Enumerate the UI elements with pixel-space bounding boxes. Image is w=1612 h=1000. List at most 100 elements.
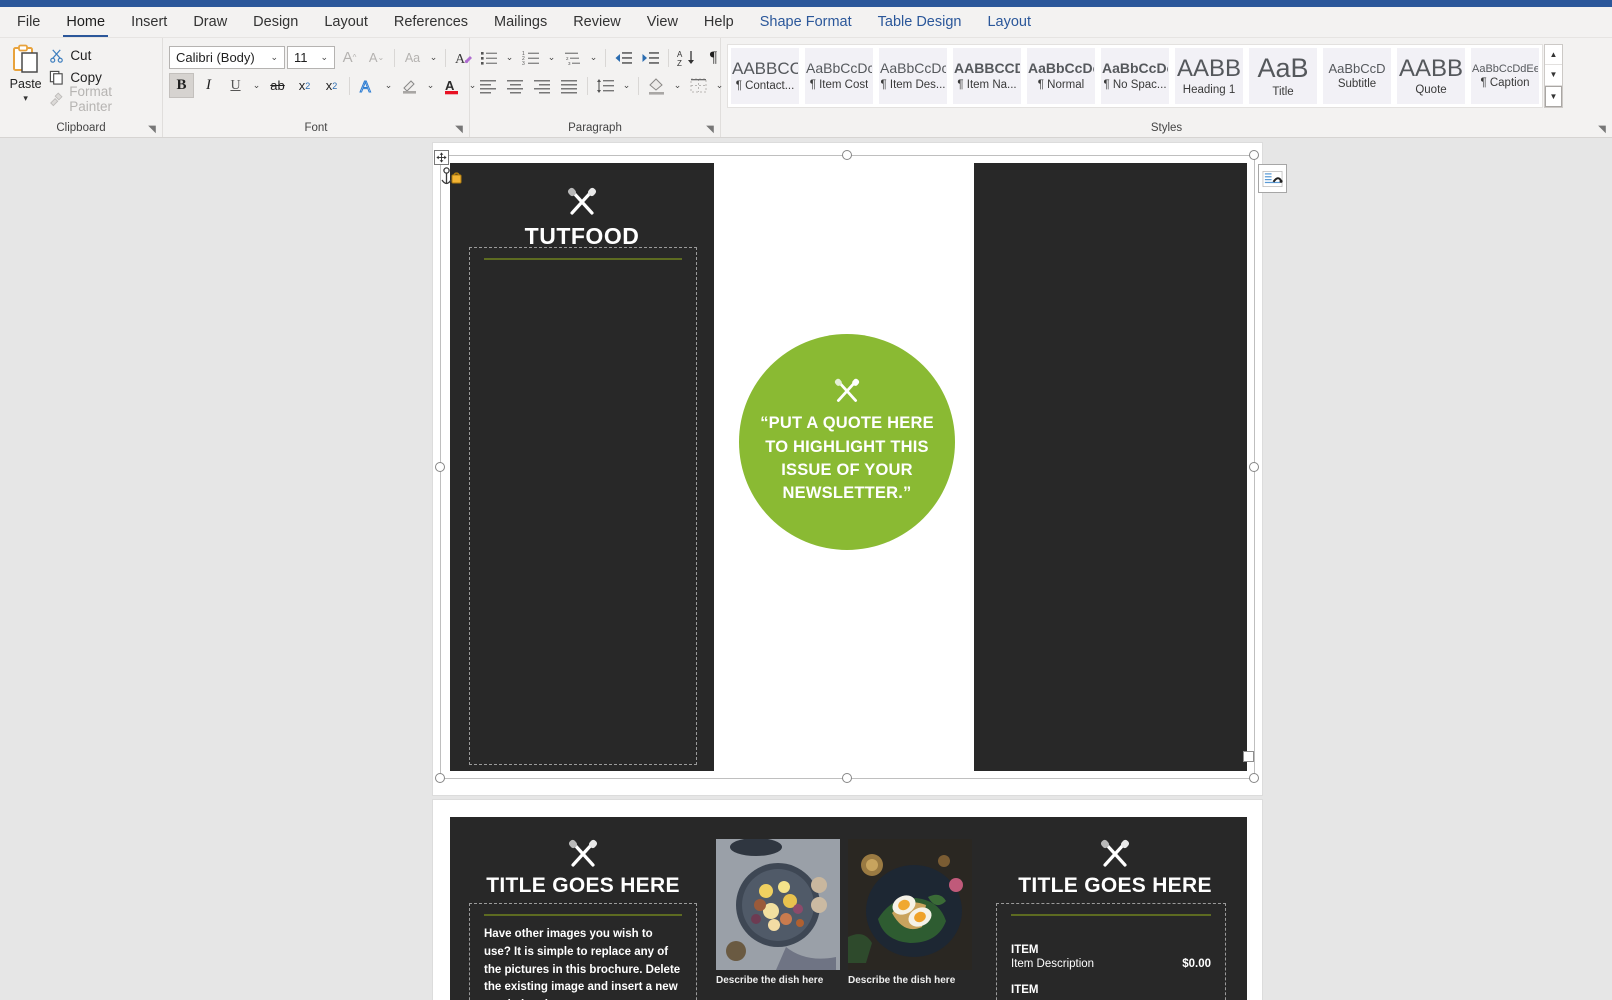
tab-mailings[interactable]: Mailings [481, 7, 560, 37]
format-painter-button[interactable]: Format Painter [45, 84, 156, 114]
numbering-chevron-down-icon[interactable]: ⌄ [545, 52, 558, 63]
increase-indent-button[interactable] [638, 45, 663, 70]
style-item-10[interactable]: AaBbCcDdEe ¶ Caption [1468, 45, 1542, 107]
bullets-button[interactable] [476, 45, 501, 70]
sort-button[interactable]: A Z [674, 45, 699, 70]
style-item-5[interactable]: AaBbCcDc ¶ No Spac... [1098, 45, 1172, 107]
document-canvas[interactable]: TUTFOOD “PUT A QUOTE HERE TO HIGHLIGHT T… [0, 139, 1612, 1000]
brochure-left-panel[interactable]: TUTFOOD [450, 163, 714, 771]
styles-gallery[interactable]: AABBCC ¶ Contact... AaBbCcDc ¶ Item Cost AaB… [727, 44, 1543, 108]
numbering-button[interactable]: 1 2 3 [518, 45, 543, 70]
paragraph-dialog-launcher[interactable]: ◥ [704, 124, 716, 136]
style-item-3[interactable]: AABBCCD ¶ Item Na... [950, 45, 1024, 107]
multilevel-chevron-down-icon[interactable]: ⌄ [587, 52, 600, 63]
change-case-button[interactable]: Aa [400, 45, 425, 70]
tab-home[interactable]: Home [53, 7, 118, 37]
tab-table-design[interactable]: Table Design [865, 7, 975, 37]
line-spacing-button[interactable] [593, 73, 618, 98]
grow-font-button[interactable]: A ^ [337, 45, 362, 70]
font-name-input[interactable]: Calibri (Body) ⌄ [169, 46, 285, 69]
selection-handle-middle-left[interactable] [435, 462, 445, 472]
cut-button[interactable]: Cut [45, 45, 156, 65]
font-size-input[interactable]: 11 ⌄ [287, 46, 335, 69]
styles-scroll-down-icon[interactable]: ▼ [1545, 65, 1562, 86]
selection-handle-top-right[interactable] [1249, 150, 1259, 160]
selection-handle-middle-right[interactable] [1249, 462, 1259, 472]
tab-design[interactable]: Design [240, 7, 311, 37]
style-item-9[interactable]: AABB Quote [1394, 45, 1468, 107]
style-item-0[interactable]: AABBCC ¶ Contact... [728, 45, 802, 107]
borders-icon [690, 78, 707, 93]
subscript-button[interactable]: x2 [292, 73, 317, 98]
right-column-menu-box[interactable]: ITEM Item Description $0.00 ITEM [996, 903, 1226, 1000]
bold-button[interactable]: B [169, 73, 194, 98]
shading-button[interactable] [644, 73, 669, 98]
selection-handle-bottom-center[interactable] [842, 773, 852, 783]
brochure-inside-panels[interactable]: TITLE GOES HERE Have other images you wi… [450, 817, 1247, 1000]
bullets-chevron-down-icon[interactable]: ⌄ [503, 52, 516, 63]
style-item-7[interactable]: AaB Title [1246, 45, 1320, 107]
text-effects-chevron-down-icon[interactable]: ⌄ [382, 80, 395, 91]
tab-help[interactable]: Help [691, 7, 747, 37]
accent-line-left [484, 258, 682, 260]
strikethrough-button[interactable]: ab [265, 73, 290, 98]
style-item-6[interactable]: AABB Heading 1 [1172, 45, 1246, 107]
tab-view[interactable]: View [634, 7, 691, 37]
tab-insert[interactable]: Insert [118, 7, 180, 37]
line-spacing-chevron-down-icon[interactable]: ⌄ [620, 80, 633, 91]
brand-title: TUTFOOD [524, 223, 640, 249]
clipboard-dialog-launcher[interactable]: ◥ [146, 124, 158, 136]
layout-options-button[interactable] [1258, 164, 1287, 193]
font-dialog-launcher[interactable]: ◥ [453, 124, 465, 136]
shrink-font-button[interactable]: A ⌄ [364, 45, 389, 70]
style-item-8[interactable]: AaBbCcD Subtitle [1320, 45, 1394, 107]
tab-layout[interactable]: Layout [311, 7, 381, 37]
style-item-1[interactable]: AaBbCcDc ¶ Item Cost [802, 45, 876, 107]
style-item-2[interactable]: AaBbCcDc ¶ Item Des... [876, 45, 950, 107]
left-column-textbox[interactable]: Have other images you wish to use? It is… [469, 903, 697, 1000]
align-right-button[interactable] [530, 73, 555, 98]
borders-button[interactable] [686, 73, 711, 98]
paste-button[interactable]: Paste ▾ [6, 42, 45, 103]
font-color-button[interactable]: A [439, 73, 464, 98]
multilevel-list-button[interactable]: 2 3 [560, 45, 585, 70]
styles-scroll-up-icon[interactable]: ▲ [1545, 45, 1562, 66]
align-left-button[interactable] [476, 73, 501, 98]
tab-table-layout[interactable]: Layout [974, 7, 1044, 37]
selection-handle-bottom-left[interactable] [435, 773, 445, 783]
tab-references[interactable]: References [381, 7, 481, 37]
tab-review[interactable]: Review [560, 7, 634, 37]
styles-more-icon[interactable]: ▼ [1545, 85, 1562, 107]
dish-photo-1[interactable] [716, 839, 840, 970]
italic-button[interactable]: I [196, 73, 221, 98]
text-effects-button[interactable]: A [355, 73, 380, 98]
styles-dialog-launcher[interactable]: ◥ [1596, 124, 1608, 136]
tab-draw[interactable]: Draw [180, 7, 240, 37]
font-separator-3 [349, 76, 350, 95]
font-size-chevron-down-icon[interactable]: ⌄ [316, 52, 332, 63]
justify-button[interactable] [557, 73, 582, 98]
tab-shape-format[interactable]: Shape Format [747, 7, 865, 37]
underline-button[interactable]: U [223, 73, 248, 98]
dish-photo-2[interactable] [848, 839, 972, 970]
paste-caret-icon[interactable]: ▾ [23, 94, 28, 103]
decrease-indent-button[interactable] [611, 45, 636, 70]
style-item-4[interactable]: AaBbCcDc ¶ Normal [1024, 45, 1098, 107]
tab-file[interactable]: File [4, 7, 53, 37]
selection-handle-top-center[interactable] [842, 150, 852, 160]
styles-gallery-scroller[interactable]: ▲ ▼ ▼ [1544, 44, 1563, 108]
align-center-button[interactable] [503, 73, 528, 98]
quote-circle[interactable]: “PUT A QUOTE HERE TO HIGHLIGHT THIS ISSU… [739, 334, 955, 550]
table-move-handle[interactable] [434, 150, 449, 165]
underline-chevron-down-icon[interactable]: ⌄ [250, 80, 263, 91]
shading-chevron-down-icon[interactable]: ⌄ [671, 80, 684, 91]
highlight-chevron-down-icon[interactable]: ⌄ [424, 80, 437, 91]
text-highlight-button[interactable] [397, 73, 422, 98]
change-case-chevron-down-icon[interactable]: ⌄ [427, 52, 440, 63]
resize-corner-marker[interactable] [1243, 751, 1254, 762]
superscript-button[interactable]: x2 [319, 73, 344, 98]
font-name-chevron-down-icon[interactable]: ⌄ [266, 52, 282, 63]
brochure-right-panel[interactable] [974, 163, 1247, 771]
selection-handle-bottom-right[interactable] [1249, 773, 1259, 783]
brochure-left-textbox[interactable] [469, 247, 697, 765]
